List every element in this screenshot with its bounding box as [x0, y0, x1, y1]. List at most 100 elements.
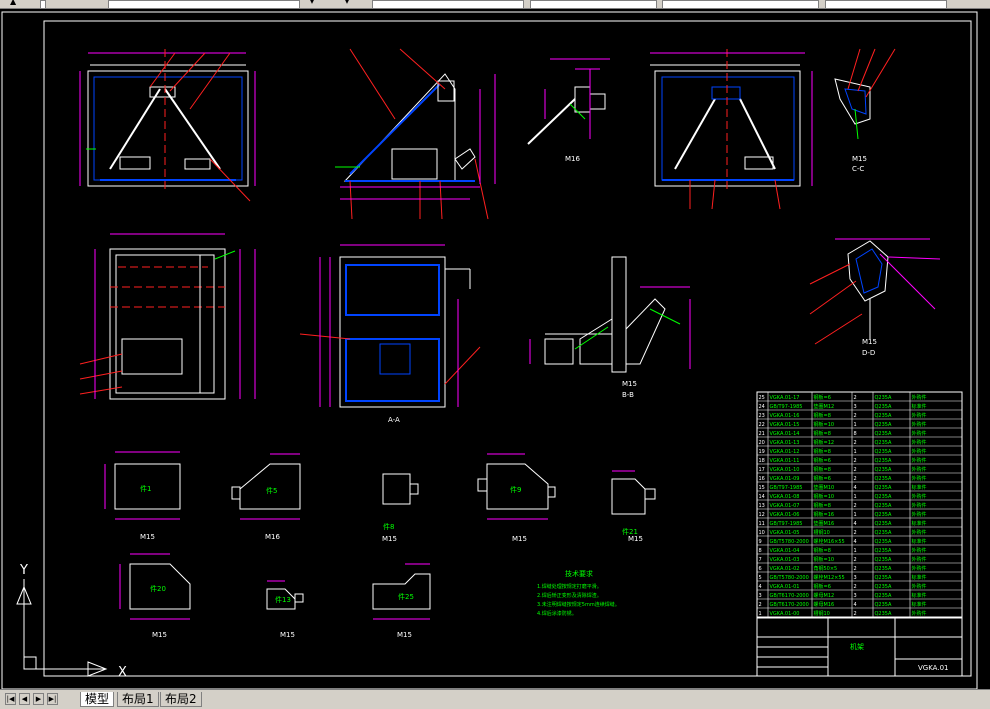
svg-text:技术要求: 技术要求 — [565, 569, 593, 578]
bom-cell: Q235A — [875, 395, 892, 401]
view-detail-m16 — [527, 58, 610, 145]
bom-cell: 标准件 — [912, 403, 927, 410]
plotstyle-dropdown[interactable] — [662, 0, 819, 9]
bom-cell: Q235A — [875, 404, 892, 410]
bom-cell: VGKA.01-05 — [770, 530, 800, 536]
bom-cell: 钢板=16 — [814, 511, 835, 518]
bom-cell: 螺栓M16×55 — [814, 538, 845, 545]
bom-cell: 标准件 — [912, 484, 927, 491]
bom-cell: 12 — [759, 512, 765, 518]
lineweight-dropdown[interactable] — [530, 0, 657, 9]
bom-cell: 1 — [854, 512, 857, 518]
bom-cell: Q235A — [875, 458, 892, 464]
svg-text:3.未注明焊缝按规定5mm连续焊缝。: 3.未注明焊缝按规定5mm连续焊缝。 — [537, 601, 620, 608]
bom-cell: VGKA.01-03 — [770, 557, 800, 563]
bom-cell: VGKA.01-06 — [770, 512, 800, 518]
bom-cell: Q235A — [875, 530, 892, 536]
view-label: M15 — [140, 533, 155, 541]
bom-cell: 6 — [759, 566, 762, 572]
bom-cell: GB/T6170-2000 — [770, 602, 809, 608]
bom-cell: Q235A — [875, 593, 892, 599]
view-label: M15 — [862, 338, 877, 346]
bom-cell: 1 — [854, 548, 857, 554]
bom-cell: 外购件 — [912, 466, 927, 473]
tab-model[interactable]: 模型 — [80, 692, 115, 707]
bom-cell: 垫圈M10 — [814, 484, 835, 491]
part-label: 件5 — [266, 486, 277, 495]
bom-cell: 钢板=8 — [814, 430, 831, 437]
view-label: M15 — [512, 535, 527, 543]
bom-cell: 4 — [854, 485, 857, 491]
bom-cell: 2 — [854, 566, 857, 572]
bom-cell: 钢板=12 — [814, 439, 835, 446]
bom-cell: 外购件 — [912, 565, 927, 572]
dropdown-arrow-icon[interactable]: ▾ — [345, 0, 349, 6]
bom-cell: 外购件 — [912, 502, 927, 509]
toolbar-field[interactable] — [40, 0, 46, 9]
view-label: C-C — [852, 165, 864, 173]
bom-cell: 钢板=6 — [814, 457, 831, 464]
bom-cell: Q235A — [875, 494, 892, 500]
bom-cell: 标准件 — [912, 592, 927, 599]
bom-cell: 16 — [759, 476, 765, 482]
svg-text:2.焊后矫正变形及清除焊渣。: 2.焊后矫正变形及清除焊渣。 — [537, 592, 602, 599]
bom-cell: 10 — [759, 530, 765, 536]
bom-cell: 2 — [759, 602, 762, 608]
bom-cell: 1 — [759, 611, 762, 617]
bom-cell: Q235A — [875, 440, 892, 446]
bom-cell: Q235A — [875, 512, 892, 518]
bom-cell: 25 — [759, 395, 765, 401]
bom-cell: 槽钢10 — [814, 610, 830, 617]
bom-cell: 外购件 — [912, 394, 927, 401]
ucs-y-label: Y — [19, 563, 28, 578]
bom-cell: 外购件 — [912, 475, 927, 482]
layout-tab-bar: |◀ ◀ ▶ ▶| 模型 布局1 布局2 — [0, 689, 990, 709]
tab-layout2[interactable]: 布局2 — [160, 692, 202, 707]
bom-cell: 17 — [759, 467, 765, 473]
bom-cell: 外购件 — [912, 457, 927, 464]
bom-cell: 钢板=8 — [814, 448, 831, 455]
bom-cell: 钢板=6 — [814, 394, 831, 401]
bom-cell: Q235A — [875, 476, 892, 482]
last-tab-icon[interactable]: ▶| — [47, 693, 58, 705]
bom-cell: VGKA.01-08 — [770, 494, 800, 500]
bom-cell: VGKA.01-15 — [770, 422, 800, 428]
drawing-svg[interactable]: 件1 件5 件8 件9 件21 件20 件13 件25 M16 M15 C-C … — [0, 9, 990, 689]
bom-cell: 8 — [759, 548, 762, 554]
bom-cell: 2 — [854, 557, 857, 563]
technical-notes: 技术要求 1.焊缝处理按规定打磨平滑。 2.焊后矫正变形及清除焊渣。 3.未注明… — [537, 569, 620, 617]
bom-cell: 外购件 — [912, 529, 927, 536]
next-tab-icon[interactable]: ▶ — [33, 693, 44, 705]
bom-cell: 螺母M16 — [814, 601, 835, 608]
bom-cell: 5 — [759, 575, 762, 581]
part-label: 件13 — [275, 595, 291, 604]
bom-cell: 20 — [759, 440, 765, 446]
ucs-icon — [16, 579, 108, 677]
bom-cell: VGKA.01-09 — [770, 476, 800, 482]
prev-tab-icon[interactable]: ◀ — [19, 693, 30, 705]
bom-cell: 2 — [854, 467, 857, 473]
bom-cell: Q235A — [875, 503, 892, 509]
color-dropdown[interactable] — [825, 0, 947, 9]
dropdown-arrow-icon[interactable]: ▾ — [310, 0, 314, 6]
first-tab-icon[interactable]: |◀ — [5, 693, 16, 705]
bom-cell: 标准件 — [912, 574, 927, 581]
view-label: M16 — [565, 155, 580, 163]
bom-cell: 23 — [759, 413, 765, 419]
bom-cell: 2 — [854, 440, 857, 446]
svg-text:1.焊缝处理按规定打磨平滑。: 1.焊缝处理按规定打磨平滑。 — [537, 583, 602, 590]
bom-cell: 钢板=8 — [814, 466, 831, 473]
view-label: M15 — [152, 631, 167, 639]
bom-table: 25 VGKA.01-17 钢板=6 2 Q235A 外购件24 GB/T97-1985 垫圈… — [756, 391, 963, 618]
layer-dropdown[interactable] — [108, 0, 300, 9]
view-label: M15 — [280, 631, 295, 639]
bom-cell: 垫圈M12 — [814, 403, 835, 410]
bom-cell: 2 — [854, 395, 857, 401]
tab-layout1[interactable]: 布局1 — [117, 692, 159, 707]
drawing-canvas[interactable]: 件1 件5 件8 件9 件21 件20 件13 件25 M16 M15 C-C … — [0, 9, 990, 689]
view-front-frame — [79, 49, 256, 202]
bom-cell: 标准件 — [912, 538, 927, 545]
linetype-dropdown[interactable] — [372, 0, 524, 9]
view-label: M15 — [622, 380, 637, 388]
bom-cell: 9 — [759, 539, 762, 545]
